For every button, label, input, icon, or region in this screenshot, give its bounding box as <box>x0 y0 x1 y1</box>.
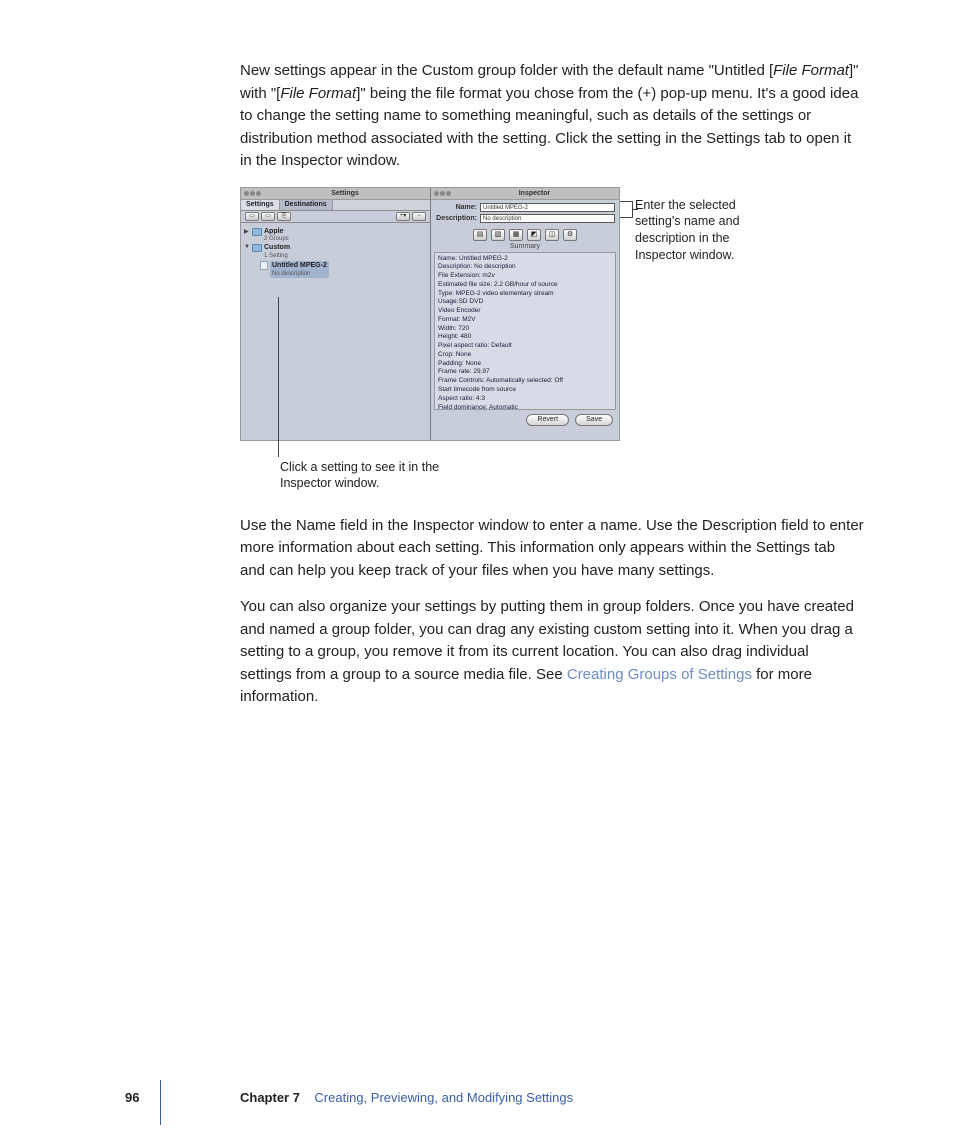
summary-line: Height: 480 <box>438 333 612 342</box>
summary-line: Description: No description <box>438 263 612 272</box>
summary-line: Type: MPEG-2 video elementary stream <box>438 290 612 299</box>
revert-button[interactable]: Revert <box>526 414 569 426</box>
disclosure-triangle-icon[interactable]: ▼ <box>244 244 250 250</box>
summary-line: Format: M2V <box>438 316 612 325</box>
tree-sublabel: 1 Setting <box>264 253 288 259</box>
summary-line: Frame Controls: Automatically selected: … <box>438 377 612 386</box>
toolbar-new-group-button[interactable]: ▭ <box>245 212 259 221</box>
inspector-panel: Inspector Name: Untitled MPEG-2 Descript… <box>430 188 619 440</box>
toolbar-plus-button[interactable]: +▾ <box>396 212 410 221</box>
summary-box: Name: Untitled MPEG-2Description: No des… <box>434 252 616 410</box>
summary-line: Width: 720 <box>438 325 612 334</box>
name-field-label: Name: <box>435 204 477 211</box>
inspector-window-title: Inspector <box>453 190 616 197</box>
paragraph-2: Use the Name field in the Inspector wind… <box>240 515 864 583</box>
tab-destinations[interactable]: Destinations <box>280 200 333 210</box>
summary-line: Name: Untitled MPEG-2 <box>438 255 612 264</box>
callout-lead-line <box>278 297 279 457</box>
summary-line: Usage:SD DVD <box>438 298 612 307</box>
name-field[interactable]: Untitled MPEG-2 <box>480 203 615 212</box>
summary-line: Aspect ratio: 4:3 <box>438 395 612 404</box>
tree-row-custom[interactable]: ▼ Custom 1 Setting <box>244 243 427 260</box>
tree-sublabel: No description <box>272 271 310 277</box>
chapter-title: Creating, Previewing, and Modifying Sett… <box>314 1090 573 1105</box>
footer-rule <box>160 1080 161 1125</box>
callout-right: Enter the selected setting's name and de… <box>635 197 765 265</box>
save-button[interactable]: Save <box>575 414 613 426</box>
callout-lead-line <box>620 201 632 202</box>
summary-line: Pixel aspect ratio: Default <box>438 342 612 351</box>
disclosure-triangle-icon[interactable]: ▶ <box>244 228 250 235</box>
paragraph-3: You can also organize your settings by p… <box>240 596 864 709</box>
settings-tabs: Settings Destinations <box>241 200 430 211</box>
folder-icon <box>252 244 262 252</box>
callout-lead-line <box>620 217 632 218</box>
inspector-form: Name: Untitled MPEG-2 Description: No de… <box>431 200 619 226</box>
p1-italic-2: File Format <box>280 85 356 102</box>
actions-tab-icon[interactable]: ⚙ <box>563 229 577 241</box>
callout-bottom: Click a setting to see it in the Inspect… <box>280 459 480 493</box>
intro-paragraph: New settings appear in the Custom group … <box>240 60 864 173</box>
page-number: 96 <box>125 1090 139 1105</box>
toolbar-minus-button[interactable]: − <box>412 212 426 221</box>
inspector-footer: Revert Save <box>431 410 619 430</box>
screenshot-figure: Settings Settings Destinations ▭ ▭ ⎘ +▾ … <box>240 187 864 497</box>
window-controls[interactable] <box>244 191 261 196</box>
summary-tab-icon[interactable]: ▤ <box>473 229 487 241</box>
settings-titlebar: Settings <box>241 188 430 200</box>
summary-line: File Extension: m2v <box>438 272 612 281</box>
chapter-label: Chapter 7 <box>240 1090 300 1105</box>
settings-panel: Settings Settings Destinations ▭ ▭ ⎘ +▾ … <box>241 188 430 440</box>
toolbar-new-setting-button[interactable]: ▭ <box>261 212 275 221</box>
summary-line: Start timecode from source <box>438 386 612 395</box>
inspector-section-title: Summary <box>431 243 619 250</box>
tree-label: Untitled MPEG-2 <box>272 262 327 269</box>
tab-settings[interactable]: Settings <box>241 200 280 210</box>
description-field[interactable]: No description <box>480 214 615 223</box>
window-controls[interactable] <box>434 191 451 196</box>
frame-controls-tab-icon[interactable]: ▦ <box>509 229 523 241</box>
filters-tab-icon[interactable]: ◩ <box>527 229 541 241</box>
p1-italic-1: File Format <box>773 62 849 79</box>
settings-window-title: Settings <box>263 190 427 197</box>
summary-line: Frame rate: 29.97 <box>438 368 612 377</box>
document-icon <box>260 261 268 270</box>
chapter-footer: Chapter 7 Creating, Previewing, and Modi… <box>240 1090 573 1105</box>
tree-label: Custom <box>264 244 290 251</box>
geometry-tab-icon[interactable]: ◫ <box>545 229 559 241</box>
settings-tree: ▶ Apple 2 Groups ▼ Custom 1 Setting <box>241 223 430 283</box>
link-creating-groups[interactable]: Creating Groups of Settings <box>567 666 752 683</box>
toolbar-duplicate-button[interactable]: ⎘ <box>277 212 291 221</box>
tree-sublabel: 2 Groups <box>264 236 289 242</box>
summary-line: Video Encoder <box>438 307 612 316</box>
description-field-label: Description: <box>435 215 477 222</box>
inspector-tab-icons: ▤ ▧ ▦ ◩ ◫ ⚙ <box>431 226 619 242</box>
tree-row-apple[interactable]: ▶ Apple 2 Groups <box>244 227 427 244</box>
p1-text-a: New settings appear in the Custom group … <box>240 62 773 79</box>
tree-label: Apple <box>264 228 283 235</box>
app-screenshot: Settings Settings Destinations ▭ ▭ ⎘ +▾ … <box>240 187 620 441</box>
summary-line: Estimated file size: 2.2 GB/hour of sour… <box>438 281 612 290</box>
settings-toolbar: ▭ ▭ ⎘ +▾ − <box>241 211 430 223</box>
summary-line: Crop: None <box>438 351 612 360</box>
summary-line: Padding: None <box>438 360 612 369</box>
encoder-tab-icon[interactable]: ▧ <box>491 229 505 241</box>
folder-icon <box>252 228 262 236</box>
inspector-titlebar: Inspector <box>431 188 619 200</box>
tree-row-selected-setting[interactable]: Untitled MPEG-2 No description <box>260 260 427 279</box>
